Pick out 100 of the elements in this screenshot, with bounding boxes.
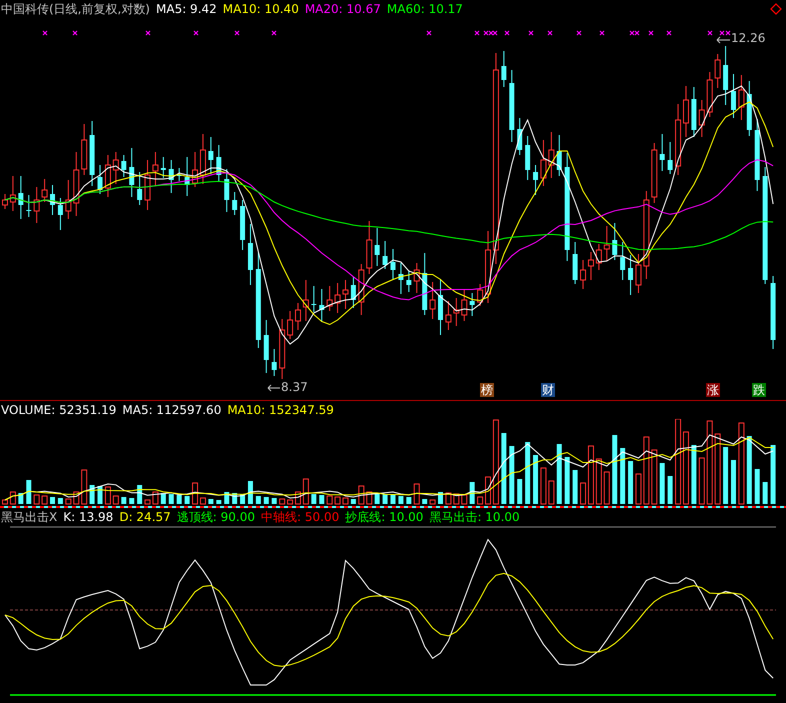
candlestick: [279, 318, 286, 380]
candlestick: [390, 248, 396, 280]
candlestick: [651, 142, 658, 204]
candlestick: [18, 176, 24, 220]
indicator-legend-text: 中轴线: 50.00: [261, 508, 340, 526]
chart-legend-text: MA20: 10.67: [304, 2, 381, 16]
candlestick: [264, 320, 269, 374]
candlestick: [58, 198, 63, 230]
event-marker[interactable]: 财: [541, 383, 555, 397]
candlestick: [414, 262, 420, 294]
candlestick: [501, 50, 506, 88]
candlestick: [668, 142, 673, 174]
indicator-legend-text: D: 24.57: [119, 510, 171, 524]
candlestick: [42, 178, 48, 202]
chart-legend-text: MA10: 10.40: [222, 2, 299, 16]
candlestick: [723, 46, 728, 106]
candlestick: [596, 244, 602, 270]
candlestick: [366, 220, 372, 274]
candlestick: [184, 156, 190, 196]
low-price-label: 8.37: [281, 380, 308, 394]
candlestick: [240, 200, 246, 250]
high-price-label: 12.26: [731, 31, 766, 45]
candlestick: [548, 132, 554, 178]
diamond-icon[interactable]: [770, 3, 782, 15]
candlestick: [445, 300, 452, 330]
candlestick: [34, 186, 40, 224]
candlestick: [628, 254, 634, 296]
candlestick: [731, 74, 736, 118]
candlestick: [334, 282, 341, 314]
candlestick: [73, 152, 80, 216]
candlestick: [572, 242, 578, 284]
candlestick: [477, 284, 484, 306]
candlestick: [50, 184, 55, 216]
candlestick: [430, 282, 436, 320]
candlestick: [10, 176, 16, 212]
candlestick: [533, 164, 538, 196]
candlestick: [438, 278, 443, 336]
candlestick: [350, 276, 356, 308]
chart-legend-text: 中国科传(日线,前复权,对数): [1, 0, 150, 18]
leader-line: [268, 384, 280, 392]
candlestick: [112, 152, 119, 184]
candlestick: [208, 136, 214, 174]
indicator-legend-text: K: 13.98: [63, 510, 114, 524]
candlestick: [738, 74, 744, 120]
candlestick: [612, 222, 618, 260]
candlestick: [358, 264, 364, 316]
candlestick: [698, 100, 705, 138]
candlestick: [137, 172, 142, 206]
candlestick: [461, 290, 468, 322]
candlestick: [81, 124, 88, 176]
candlestick: [398, 262, 404, 294]
candlestick: [248, 224, 253, 286]
candlestick: [604, 226, 610, 262]
candlestick: [635, 254, 642, 294]
candlestick: [168, 160, 174, 194]
candlestick: [406, 270, 412, 292]
candlestick: [691, 86, 696, 138]
candlestick: [746, 80, 752, 136]
candlestick: [224, 168, 230, 212]
candlestick: [342, 280, 348, 310]
chart-legend-text: MA60: 10.17: [386, 2, 463, 16]
candlestick: [660, 134, 665, 172]
candlestick: [517, 118, 522, 156]
volume-legend-text: MA10: 152347.59: [227, 403, 334, 417]
indicator-legend-text: 黑马出击: 10.00: [429, 508, 520, 526]
candlestick: [216, 144, 222, 182]
candlestick: [620, 242, 626, 280]
candlestick: [90, 120, 95, 186]
candlestick: [121, 154, 126, 178]
candlestick: [326, 286, 333, 312]
candlestick: [319, 288, 324, 322]
candlestick: [311, 286, 316, 312]
candlestick: [129, 148, 134, 198]
candlestick: [422, 252, 428, 316]
indicator-legend-text: 黑马出击X: [1, 508, 58, 526]
candlestick: [160, 156, 166, 178]
event-marker[interactable]: 榜: [480, 383, 494, 397]
event-marker[interactable]: 跌: [752, 383, 766, 397]
candlestick: [382, 240, 388, 270]
chart-legend-text: MA5: 9.42: [156, 2, 217, 16]
candlestick: [65, 180, 72, 220]
candlestick: [232, 192, 238, 216]
candlestick: [374, 228, 380, 266]
volume-legend-text: MA5: 112597.60: [122, 403, 222, 417]
candlestick: [556, 134, 562, 176]
candlestick: [302, 280, 309, 322]
candlestick: [706, 72, 713, 118]
indicator-legend-text: 逃顶线: 90.00: [176, 508, 255, 526]
candlestick: [525, 136, 530, 180]
leader-line: [716, 36, 730, 44]
volume-legend-text: VOLUME: 52351.19: [1, 403, 116, 417]
candlestick: [714, 54, 721, 88]
candlestick: [470, 292, 475, 316]
candlestick: [104, 154, 111, 198]
event-marker[interactable]: 涨: [706, 383, 720, 397]
candlestick: [26, 194, 32, 218]
candlestick: [98, 164, 103, 194]
candlestick: [540, 140, 546, 186]
candlestick: [453, 298, 460, 326]
candlestick: [272, 348, 277, 376]
